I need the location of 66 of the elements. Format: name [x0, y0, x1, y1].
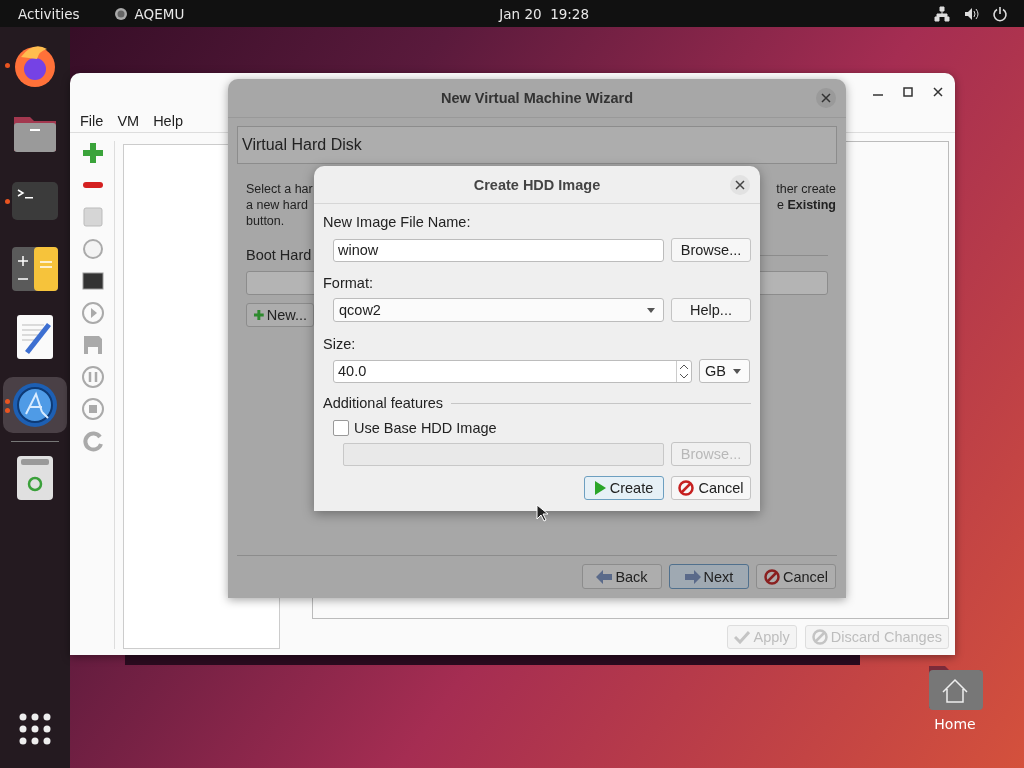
create-button[interactable]: Create: [584, 476, 664, 500]
cancel-button[interactable]: Cancel: [671, 476, 751, 500]
cancel-icon: [763, 568, 780, 585]
cancel-button[interactable]: Cancel: [756, 564, 836, 589]
dialog-title: New Virtual Machine Wizard: [440, 90, 634, 106]
cancel-icon: [811, 629, 828, 645]
icon-label: Home: [934, 716, 976, 732]
intro-text: ther create: [776, 181, 836, 197]
size-spinbox[interactable]: 40.0: [333, 359, 692, 383]
cursor-icon: [536, 504, 548, 522]
maximize-icon[interactable]: [903, 86, 913, 97]
spin-arrows-icon[interactable]: [676, 360, 691, 382]
clock[interactable]: Jan 20 19:28: [499, 5, 590, 22]
console-icon[interactable]: [81, 269, 105, 293]
close-icon: [821, 93, 831, 103]
next-button[interactable]: Next: [669, 564, 749, 589]
menu-item[interactable]: VM: [117, 113, 140, 129]
aqemu-icon: [12, 382, 58, 428]
field-label: Format:: [323, 274, 373, 292]
text-editor-icon: [17, 315, 53, 359]
close-icon: [933, 86, 943, 97]
add-icon[interactable]: [81, 141, 105, 165]
back-button[interactable]: Back: [582, 564, 662, 589]
calculator-icon: [12, 247, 58, 291]
close-button[interactable]: [933, 86, 943, 97]
power-icon[interactable]: [992, 5, 1009, 22]
app-menu[interactable]: AQEMU: [134, 5, 185, 22]
new-button[interactable]: New...: [246, 303, 314, 327]
close-button[interactable]: [816, 88, 836, 108]
intro-text: Select a har: [246, 181, 313, 197]
check-icon: [734, 630, 751, 644]
base-image-field[interactable]: [343, 442, 664, 466]
browse-button[interactable]: Browse...: [671, 238, 751, 262]
section-label: Additional features: [323, 395, 444, 411]
running-indicator: [5, 408, 10, 413]
activities-button[interactable]: Activities: [18, 5, 80, 22]
right-arrow-icon: [684, 569, 701, 584]
page-title: Virtual Hard Disk: [237, 126, 837, 164]
trash-icon: [17, 456, 53, 500]
app-icon: [113, 6, 128, 21]
intro-text: e Existing: [776, 197, 836, 213]
terminal-icon: [12, 182, 58, 220]
network-icon[interactable]: [934, 5, 951, 22]
help-button[interactable]: Help...: [671, 298, 751, 322]
caret-icon: [647, 307, 655, 313]
intro-text: button.: [246, 213, 286, 229]
cancel-icon: [678, 480, 695, 496]
field-label: New Image File Name:: [323, 213, 471, 231]
intro-text: a new hard: [246, 197, 309, 213]
close-icon: [735, 180, 745, 190]
menu-item[interactable]: Help: [153, 113, 183, 129]
add-icon: [253, 307, 265, 323]
dialog-title: Create HDD Image: [473, 176, 601, 193]
file-name-field[interactable]: winow: [333, 238, 664, 262]
format-dropdown[interactable]: qcow2: [333, 298, 664, 322]
left-arrow-icon: [596, 569, 613, 584]
close-button[interactable]: [730, 175, 750, 195]
menu-item[interactable]: File: [80, 113, 104, 129]
unit-dropdown[interactable]: GB: [699, 359, 750, 383]
field-label: Size:: [323, 335, 356, 353]
group-label: Boot Hard: [246, 247, 312, 263]
play-icon: [594, 481, 606, 495]
app-grid-icon[interactable]: [19, 713, 51, 745]
dock-item[interactable]: [3, 377, 67, 433]
use-base-checkbox[interactable]: Use Base HDD Image: [333, 420, 751, 436]
caret-icon: [733, 368, 741, 374]
